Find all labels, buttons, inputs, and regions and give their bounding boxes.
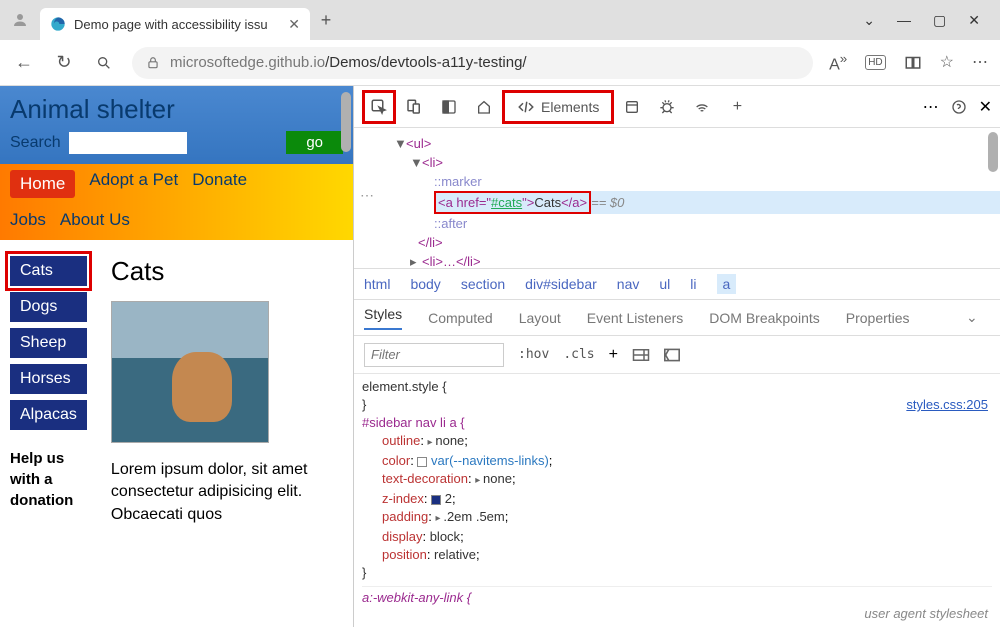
source-link[interactable]: styles.css:205 (906, 396, 988, 414)
sources-tab-icon[interactable] (615, 90, 649, 124)
read-aloud-icon[interactable]: A» (829, 51, 847, 74)
tab-title: Demo page with accessibility issu (74, 17, 280, 32)
browser-tab[interactable]: Demo page with accessibility issu ✕ (40, 8, 310, 40)
dom-tree[interactable]: ▼<ul> ▼<li> ::marker ⋯ <a href="#cats">C… (354, 128, 1000, 268)
layout-tab[interactable]: Layout (519, 310, 561, 326)
search-label: Search (10, 134, 61, 152)
add-tab-button[interactable]: + (720, 90, 754, 124)
new-rule-button[interactable]: + (609, 346, 618, 364)
donation-heading: Help us with a donation (10, 448, 87, 511)
styles-tabs: Styles Computed Layout Event Listeners D… (354, 300, 1000, 336)
network-icon[interactable] (685, 90, 719, 124)
sidebar-cats[interactable]: Cats (10, 256, 87, 286)
devtools-toolbar: Elements + ⋯ ✕ (354, 86, 1000, 128)
styles-filter-input[interactable] (364, 343, 504, 367)
devtools-menu-icon[interactable]: ⋯ (923, 97, 939, 117)
bug-icon[interactable] (650, 90, 684, 124)
sidebar-sheep[interactable]: Sheep (10, 328, 87, 358)
reader-icon[interactable] (904, 54, 922, 70)
menu-icon[interactable]: ⋯ (972, 52, 988, 72)
flex-icon[interactable] (632, 348, 650, 362)
url-text: microsoftedge.github.io/Demos/devtools-a… (170, 54, 527, 71)
chevron-down-icon[interactable]: ⌄ (863, 12, 875, 29)
dock-button[interactable] (432, 90, 466, 124)
go-button[interactable]: go (286, 131, 343, 154)
profile-icon[interactable] (0, 0, 40, 40)
expand-icon[interactable]: ⌄ (966, 309, 990, 326)
devtools-panel: Elements + ⋯ ✕ ▼<ul> ▼<l (354, 86, 1000, 627)
nav-jobs[interactable]: Jobs (10, 210, 46, 230)
hd-icon[interactable]: HD (865, 55, 885, 70)
search-icon[interactable] (92, 55, 116, 71)
dom-scrollbar[interactable] (988, 132, 998, 172)
close-icon[interactable]: ✕ (968, 12, 980, 29)
properties-tab[interactable]: Properties (846, 310, 910, 326)
nav-home[interactable]: Home (10, 170, 75, 198)
sidebar-alpacas[interactable]: Alpacas (10, 400, 87, 430)
page-title: Animal shelter (10, 94, 343, 125)
inspect-element-button[interactable] (362, 90, 396, 124)
article-title: Cats (111, 256, 343, 287)
sidebar-dogs[interactable]: Dogs (10, 292, 87, 322)
article: Cats Lorem ipsum dolor, sit amet consect… (111, 256, 343, 526)
page-header: Animal shelter Search go (0, 86, 353, 164)
article-text: Lorem ipsum dolor, sit amet consectetur … (111, 459, 343, 526)
nav-donate[interactable]: Donate (192, 170, 247, 198)
elements-tab[interactable]: Elements (502, 90, 614, 124)
back-button[interactable]: ← (12, 52, 36, 73)
edge-icon (50, 16, 66, 32)
css-rules-pane[interactable]: element.style { } #sidebar nav li a {sty… (354, 374, 1000, 627)
device-emulation-button[interactable] (397, 90, 431, 124)
styles-tab[interactable]: Styles (364, 306, 402, 330)
sidebar-nav: Cats Dogs Sheep Horses Alpacas Help us w… (10, 256, 87, 526)
minimize-icon[interactable]: ― (897, 12, 911, 29)
main-nav: Home Adopt a Pet Donate Jobs About Us (0, 164, 353, 240)
browser-toolbar: ← ↻ microsoftedge.github.io/Demos/devtoo… (0, 40, 1000, 86)
welcome-tab[interactable] (467, 90, 501, 124)
page-scrollbar[interactable] (341, 92, 351, 152)
refresh-button[interactable]: ↻ (52, 52, 76, 73)
cat-image (111, 301, 269, 443)
breakpoints-tab[interactable]: DOM Breakpoints (709, 310, 819, 326)
new-tab-button[interactable]: + (310, 10, 342, 31)
listeners-tab[interactable]: Event Listeners (587, 310, 684, 326)
hov-button[interactable]: :hov (518, 347, 549, 362)
devtools-close-icon[interactable]: ✕ (979, 97, 992, 117)
ua-stylesheet-label: user agent stylesheet (864, 605, 988, 623)
sidebar-horses[interactable]: Horses (10, 364, 87, 394)
cls-button[interactable]: .cls (563, 347, 594, 362)
help-icon[interactable] (951, 99, 967, 115)
code-icon (517, 99, 535, 115)
selected-dom-node[interactable]: ⋯ <a href="#cats">Cats</a>== $0 (434, 191, 1000, 214)
search-input[interactable] (69, 132, 187, 154)
dom-breadcrumbs[interactable]: html body section div#sidebar nav ul li … (354, 268, 1000, 300)
webpage-viewport: Animal shelter Search go Home Adopt a Pe… (0, 86, 354, 627)
nav-about[interactable]: About Us (60, 210, 130, 230)
grid-icon[interactable] (664, 348, 680, 362)
lock-icon (146, 56, 160, 70)
styles-filter-row: :hov .cls + (354, 336, 1000, 374)
address-bar[interactable]: microsoftedge.github.io/Demos/devtools-a… (132, 47, 813, 79)
tab-close-icon[interactable]: ✕ (288, 16, 300, 33)
favorite-icon[interactable]: ☆ (940, 52, 954, 72)
browser-titlebar: Demo page with accessibility issu ✕ + ⌄ … (0, 0, 1000, 40)
nav-adopt[interactable]: Adopt a Pet (89, 170, 178, 198)
maximize-icon[interactable]: ▢ (933, 12, 946, 29)
computed-tab[interactable]: Computed (428, 310, 493, 326)
